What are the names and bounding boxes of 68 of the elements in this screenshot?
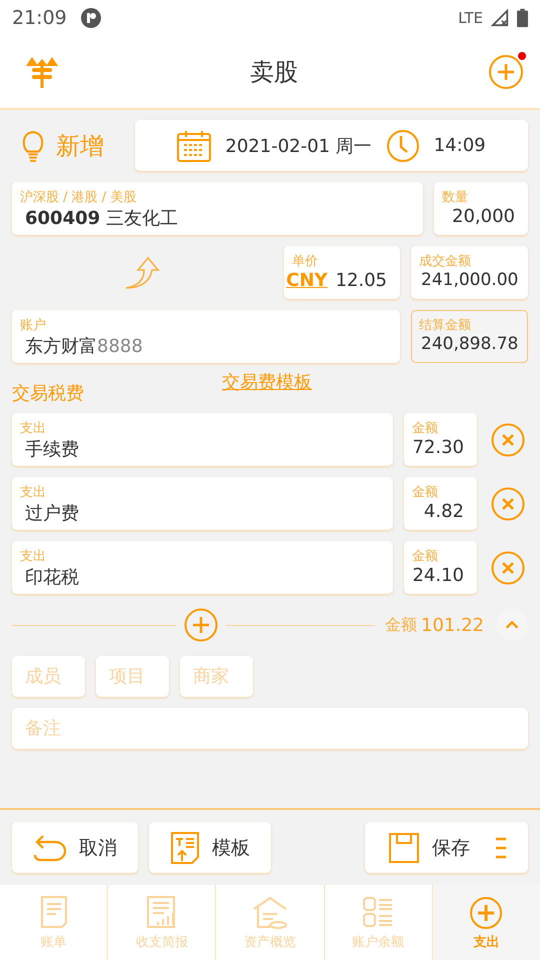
fee-amount: 4.82 xyxy=(422,501,464,522)
field-label: 账户 xyxy=(20,317,47,334)
tag-field[interactable]: 项目 xyxy=(96,656,169,697)
account-name: 东方财富 xyxy=(25,336,97,357)
fee-amount: 72.30 xyxy=(412,437,464,458)
settlement-value: 240,898.78 xyxy=(420,334,520,354)
price-value: 12.05 xyxy=(335,270,387,291)
quantity-value: 20,000 xyxy=(451,206,515,227)
stock-value: 600409 三友化工 xyxy=(24,207,179,230)
quantity-field[interactable]: 数量 20,000 xyxy=(434,182,528,235)
remove-button[interactable] xyxy=(491,486,525,520)
field-label: 结算金额 xyxy=(419,317,472,334)
signal-icon xyxy=(491,9,509,27)
field-label: 沪深股 / 港股 / 美股 xyxy=(20,189,138,206)
clock-icon xyxy=(386,128,420,162)
remove-button[interactable] xyxy=(491,422,525,456)
calendar-icon xyxy=(177,130,212,162)
field-label: 成交金额 xyxy=(419,253,472,270)
field-label: 单价 xyxy=(292,253,319,270)
lightbulb-icon xyxy=(20,128,46,162)
battery-icon xyxy=(517,8,528,28)
deal-amount-value: 241,000.00 xyxy=(420,270,520,290)
time-value[interactable]: 14:09 xyxy=(434,135,486,156)
fee-name-field[interactable]: 支出 手续费 xyxy=(12,413,393,466)
total-label: 金额 xyxy=(385,614,418,636)
tag-field[interactable]: 商家 xyxy=(180,656,253,697)
field-label: 金额 xyxy=(412,484,439,501)
remove-button[interactable] xyxy=(491,550,525,584)
fee-name: 过户费 xyxy=(24,502,80,525)
account-number: 8888 xyxy=(97,336,143,357)
date-value[interactable]: 2021-02-01 周一 xyxy=(225,134,372,158)
field-label: 支出 xyxy=(20,420,47,437)
section-title: 交易税费 xyxy=(12,382,84,405)
field-label: 支出 xyxy=(20,548,47,565)
add-fee-button[interactable] xyxy=(184,608,218,642)
mode-label: 新增 xyxy=(56,130,104,162)
date-time-bar[interactable]: 2021-02-01 周一 14:09 xyxy=(135,120,528,171)
app-notification-icon xyxy=(80,8,101,28)
stock-field[interactable]: 沪深股 / 港股 / 美股 600409 三友化工 xyxy=(12,182,423,235)
fee-amount-field[interactable]: 金额 72.30 xyxy=(404,413,477,466)
fee-name-field[interactable]: 支出 印花税 xyxy=(12,541,393,594)
save-button[interactable]: 保存 xyxy=(365,822,528,873)
fee-amount: 24.10 xyxy=(412,565,464,586)
curved-arrow-icon[interactable] xyxy=(124,256,160,290)
status-time: 21:09 xyxy=(12,7,67,29)
deal-amount-field[interactable]: 成交金额 241,000.00 xyxy=(411,246,528,299)
field-label: 数量 xyxy=(442,189,469,206)
menu-icon xyxy=(495,836,507,858)
network-type: LTE xyxy=(458,9,483,27)
note-field[interactable]: 备注 xyxy=(12,708,528,749)
page-title: 卖股 xyxy=(249,57,299,88)
account-field[interactable]: 账户 东方财富8888 xyxy=(12,310,400,363)
fee-name-field[interactable]: 支出 过户费 xyxy=(12,477,393,530)
fee-name: 印花税 xyxy=(24,566,80,589)
template-button[interactable]: 模板 xyxy=(149,822,271,873)
total-value: 101.22 xyxy=(421,614,484,636)
cancel-button[interactable]: 取消 xyxy=(12,822,138,873)
tag-field[interactable]: 成员 xyxy=(12,656,85,697)
price-field[interactable]: 单价 CNY 12.05 xyxy=(284,246,400,299)
add-button[interactable] xyxy=(488,54,524,90)
fee-amount-field[interactable]: 金额 24.10 xyxy=(404,541,477,594)
field-label: 金额 xyxy=(412,420,439,437)
fee-name: 手续费 xyxy=(24,438,80,461)
template-icon xyxy=(170,830,200,864)
undo-icon xyxy=(33,834,67,862)
fee-amount-field[interactable]: 金额 4.82 xyxy=(404,477,477,530)
field-label: 支出 xyxy=(20,484,47,501)
field-label: 金额 xyxy=(412,548,439,565)
